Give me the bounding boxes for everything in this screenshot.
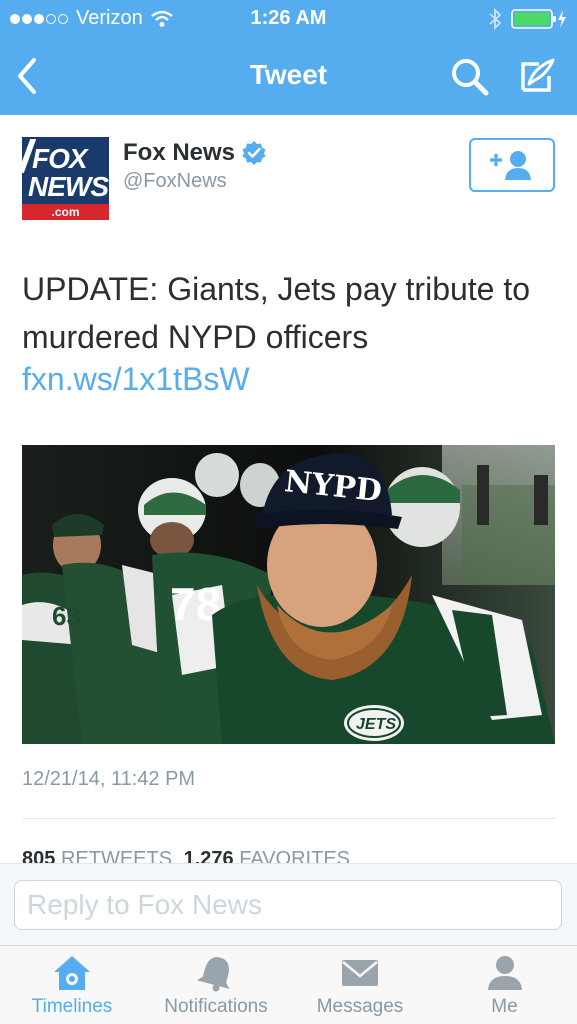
tweet-photo[interactable]: 78 63 NYPD JETS — [22, 445, 555, 744]
avatar[interactable]: FOX NEWS .com — [22, 137, 109, 220]
tweet-link[interactable]: fxn.ws/1x1tBsW — [22, 361, 250, 398]
tweet-text: UPDATE: Giants, Jets pay tribute to murd… — [22, 271, 531, 355]
reply-input[interactable] — [14, 880, 562, 930]
page-title: Tweet — [249, 59, 328, 90]
avatar-news-text: NEWS — [28, 171, 109, 202]
tab-timelines[interactable]: Timelines — [0, 946, 144, 1024]
divider — [22, 818, 555, 819]
nav-bar: Tweet — [0, 38, 577, 115]
status-bar: Verizon 1:26 AM — [0, 0, 577, 38]
tab-messages[interactable]: Messages — [288, 946, 432, 1024]
tweet-timestamp: 12/21/14, 11:42 PM — [22, 768, 196, 790]
jets-logo-text: JETS — [356, 716, 396, 733]
avatar-com-text: .com — [22, 204, 109, 220]
follow-button[interactable] — [469, 138, 555, 192]
compose-icon — [521, 58, 555, 92]
tab-bar: Timelines Notifications Messages Me — [0, 945, 577, 1024]
players-photo: 78 63 NYPD JETS — [22, 445, 555, 744]
tab-notifications-label: Notifications — [164, 996, 268, 1017]
reply-bar — [0, 863, 577, 945]
tab-notifications[interactable]: Notifications — [144, 946, 288, 1024]
tab-messages-label: Messages — [316, 996, 404, 1017]
add-user-icon — [490, 151, 531, 180]
jersey-number-63: 63 — [52, 601, 81, 631]
home-icon — [54, 956, 90, 990]
tab-me-label: Me — [491, 996, 518, 1017]
author-handle[interactable]: @FoxNews — [123, 170, 227, 193]
battery-icon — [511, 9, 566, 29]
search-button[interactable] — [450, 57, 490, 102]
verified-badge-icon — [242, 141, 266, 165]
bluetooth-icon — [489, 8, 501, 30]
author-name[interactable]: Fox News — [123, 139, 267, 167]
bell-icon — [196, 957, 230, 992]
envelope-icon — [342, 960, 378, 986]
tab-timelines-label: Timelines — [31, 996, 113, 1017]
tab-me[interactable]: Me — [432, 946, 577, 1024]
search-icon — [452, 59, 489, 96]
person-icon — [487, 956, 522, 990]
author-name-text: Fox News — [123, 139, 236, 166]
compose-button[interactable] — [517, 56, 557, 101]
